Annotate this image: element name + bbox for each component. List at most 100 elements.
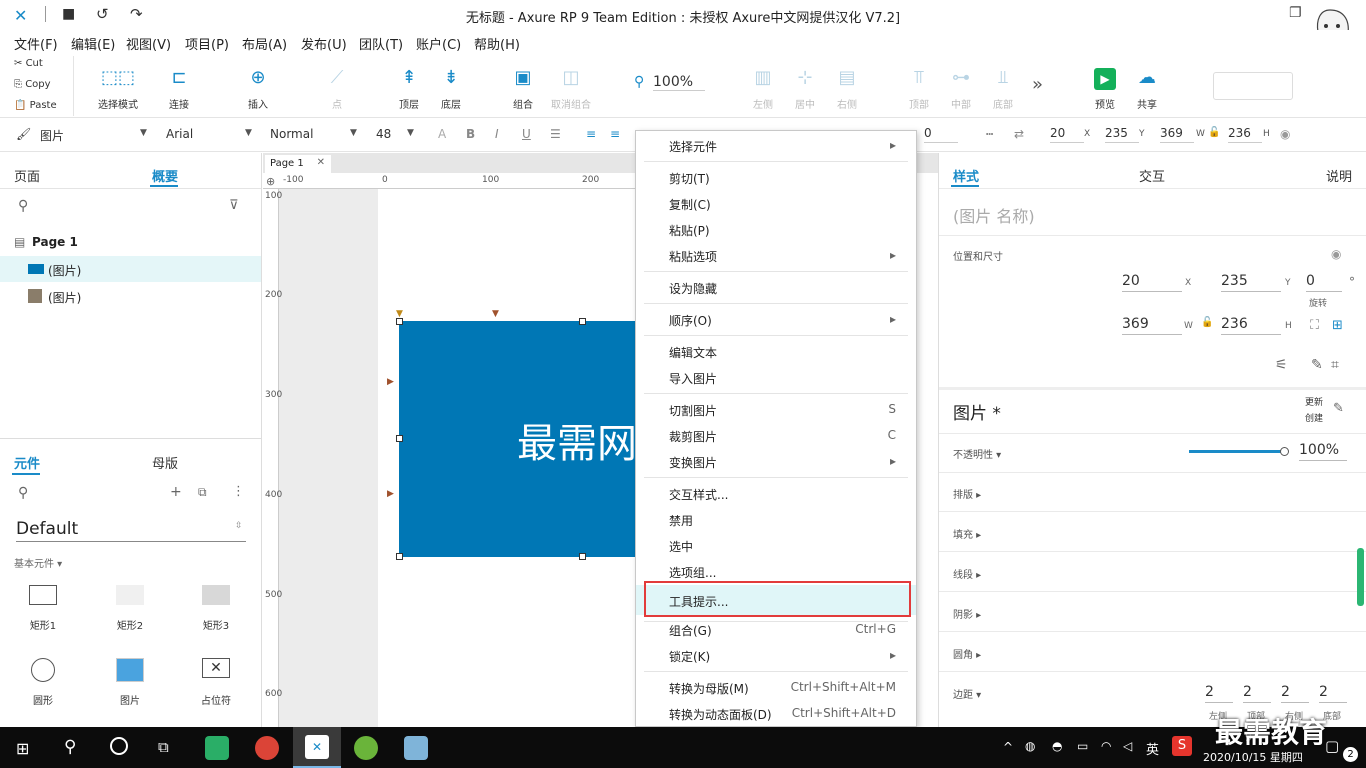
axure-taskbar-button[interactable]: ✕ [293, 727, 341, 768]
ctx-selected[interactable]: 选中 [636, 532, 916, 558]
zoom-field[interactable]: 100% [653, 74, 705, 91]
tab-style[interactable]: 样式 [953, 166, 979, 185]
align-center-text-icon[interactable]: ≡ [610, 127, 620, 141]
task-view-icon[interactable]: ⧉ [158, 738, 169, 756]
tab-outline[interactable]: 概要 [152, 166, 178, 185]
update-style-button[interactable]: 更新 [1305, 395, 1323, 408]
padding-right-input[interactable]: 2 [1281, 684, 1309, 703]
ctx-paste[interactable]: 粘贴(P) [636, 216, 916, 242]
y-field[interactable]: 235 [1105, 126, 1139, 143]
widget-rect3[interactable]: 矩形3 [186, 585, 246, 632]
ctx-edit-text[interactable]: 编辑文本 [636, 338, 916, 364]
w-input[interactable]: 369 [1122, 316, 1182, 335]
menu-team[interactable]: 团队(T) [359, 34, 403, 53]
ctx-convert-master[interactable]: 转换为母版(M) Ctrl+Shift+Alt+M [636, 674, 916, 700]
qq-icon[interactable]: ◓ [1052, 739, 1062, 753]
add-library-icon[interactable]: + [170, 484, 182, 500]
crop-icon[interactable]: ⌗ [1331, 357, 1339, 373]
cut-button[interactable]: ✂ Cut [14, 58, 43, 69]
x-field[interactable]: 20 [1050, 126, 1084, 143]
wechat-tray-icon[interactable]: ◍ [1025, 739, 1035, 753]
ctx-disable[interactable]: 禁用 [636, 506, 916, 532]
align-left-text-icon[interactable]: ≡ [586, 127, 596, 141]
more-icon[interactable]: ⋮ [232, 484, 245, 499]
ctx-copy[interactable]: 复制(C) [636, 190, 916, 216]
menu-account[interactable]: 账户(C) [416, 34, 461, 53]
notification-icon[interactable]: ▢ [1325, 737, 1339, 755]
ctx-lock[interactable]: 锁定(K) ▸ [636, 642, 916, 668]
ctx-cut[interactable]: 剪切(T) [636, 164, 916, 190]
tab-interaction[interactable]: 交互 [1139, 166, 1165, 185]
tree-item[interactable]: (图片) [0, 256, 261, 282]
clock-date[interactable]: 2020/10/15 星期四 [1203, 749, 1303, 765]
settings-sliders-icon[interactable]: ⚟ [1275, 357, 1288, 373]
scrollbar-thumb[interactable] [1357, 548, 1364, 606]
tree-page[interactable]: ▤ Page 1 [0, 229, 261, 255]
more-tools-icon[interactable]: » [1032, 74, 1043, 95]
lock-icon[interactable]: 🔓 [1201, 317, 1213, 328]
widget-rect1[interactable]: 矩形1 [13, 585, 73, 632]
search-icon[interactable]: ⚲ [64, 737, 76, 757]
ctx-order[interactable]: 顺序(O) ▸ [636, 306, 916, 332]
tab-pages[interactable]: 页面 [14, 166, 40, 185]
ctx-group[interactable]: 组合(G) Ctrl+G [636, 616, 916, 642]
widget-circle[interactable]: 圆形 [13, 658, 73, 707]
padding-handle-icon[interactable]: ▶ [387, 377, 394, 387]
login-button[interactable] [1213, 72, 1293, 100]
menu-edit[interactable]: 编辑(E) [71, 34, 115, 53]
page-tab[interactable]: Page 1 ✕ [265, 155, 331, 173]
app-icon[interactable] [354, 736, 378, 760]
resize-handle[interactable] [396, 553, 403, 560]
wifi-icon[interactable]: ◠ [1101, 739, 1111, 753]
menu-file[interactable]: 文件(F) [14, 34, 58, 53]
y-input[interactable]: 235 [1221, 273, 1281, 292]
font-size-select[interactable]: 48 [376, 127, 391, 141]
underline-icon[interactable]: U [522, 127, 531, 141]
send-to-back-button[interactable]: ⇟ 底层 [419, 66, 483, 111]
opacity-input[interactable]: 100% [1299, 442, 1347, 461]
sogou-icon[interactable]: S [1172, 736, 1192, 756]
h-input[interactable]: 236 [1221, 316, 1281, 335]
ctx-select-widget[interactable]: 选择元件 ▸ [636, 132, 916, 158]
rotation-input[interactable]: 0 [1306, 273, 1342, 292]
tab-masters[interactable]: 母版 [152, 453, 178, 472]
ruler-origin-icon[interactable]: ⊕ [266, 175, 275, 188]
tree-item[interactable]: (图片) [0, 283, 261, 309]
edit-style-icon[interactable]: ✎ [1333, 401, 1344, 416]
widget-image[interactable]: 图片 [100, 658, 160, 707]
category-label[interactable]: 基本元件 ▾ [14, 555, 62, 570]
lock-icon[interactable]: 🔓 [1208, 127, 1220, 138]
ctx-interaction-styles[interactable]: 交互样式... [636, 480, 916, 506]
section-shadow[interactable]: 阴影 ▸ [953, 606, 981, 621]
section-border[interactable]: 线段 ▸ [953, 566, 981, 581]
ctx-crop-image[interactable]: 裁剪图片 C [636, 422, 916, 448]
opacity-slider-thumb[interactable] [1280, 447, 1289, 456]
rotation-field[interactable]: 0 [924, 126, 958, 143]
wechat-icon[interactable] [205, 736, 229, 760]
tab-widgets[interactable]: 元件 [14, 453, 40, 472]
padding-handle-icon[interactable]: ▼ [492, 309, 499, 319]
tab-notes[interactable]: 说明 [1326, 166, 1352, 185]
x-input[interactable]: 20 [1122, 273, 1182, 292]
h-field[interactable]: 236 [1228, 126, 1262, 143]
widget-name-input[interactable]: (图片 名称) [953, 203, 1035, 227]
menu-layout[interactable]: 布局(A) [242, 34, 287, 53]
library-copy-icon[interactable]: ⧉ [198, 485, 207, 500]
auto-fit-icon[interactable]: ⊞ [1332, 318, 1343, 333]
insert-button[interactable]: ⊕ 插入 [226, 66, 290, 111]
swap-icon[interactable]: ⇄ [1014, 127, 1024, 141]
ctx-transform-image[interactable]: 变换图片 ▸ [636, 448, 916, 474]
copy-button[interactable]: ⎘ Copy [14, 79, 51, 90]
selected-image-widget[interactable]: 最需网 [399, 321, 635, 557]
padding-left-input[interactable]: 2 [1205, 684, 1233, 703]
connect-button[interactable]: ⊏ 连接 [147, 66, 211, 111]
cortana-icon[interactable] [110, 737, 128, 755]
volume-icon[interactable]: ◁ [1123, 739, 1132, 753]
align-right-button[interactable]: ▤ 右侧 [815, 66, 879, 111]
select-mode-button[interactable]: ⬚⬚ 选择模式 [86, 66, 150, 111]
filter-icon[interactable]: ⊽ [229, 198, 239, 213]
close-icon[interactable]: ✕ [317, 157, 325, 168]
italic-icon[interactable]: I [495, 127, 499, 141]
menu-publish[interactable]: 发布(U) [301, 34, 347, 53]
border-style-icon[interactable]: ┅ [986, 127, 993, 141]
